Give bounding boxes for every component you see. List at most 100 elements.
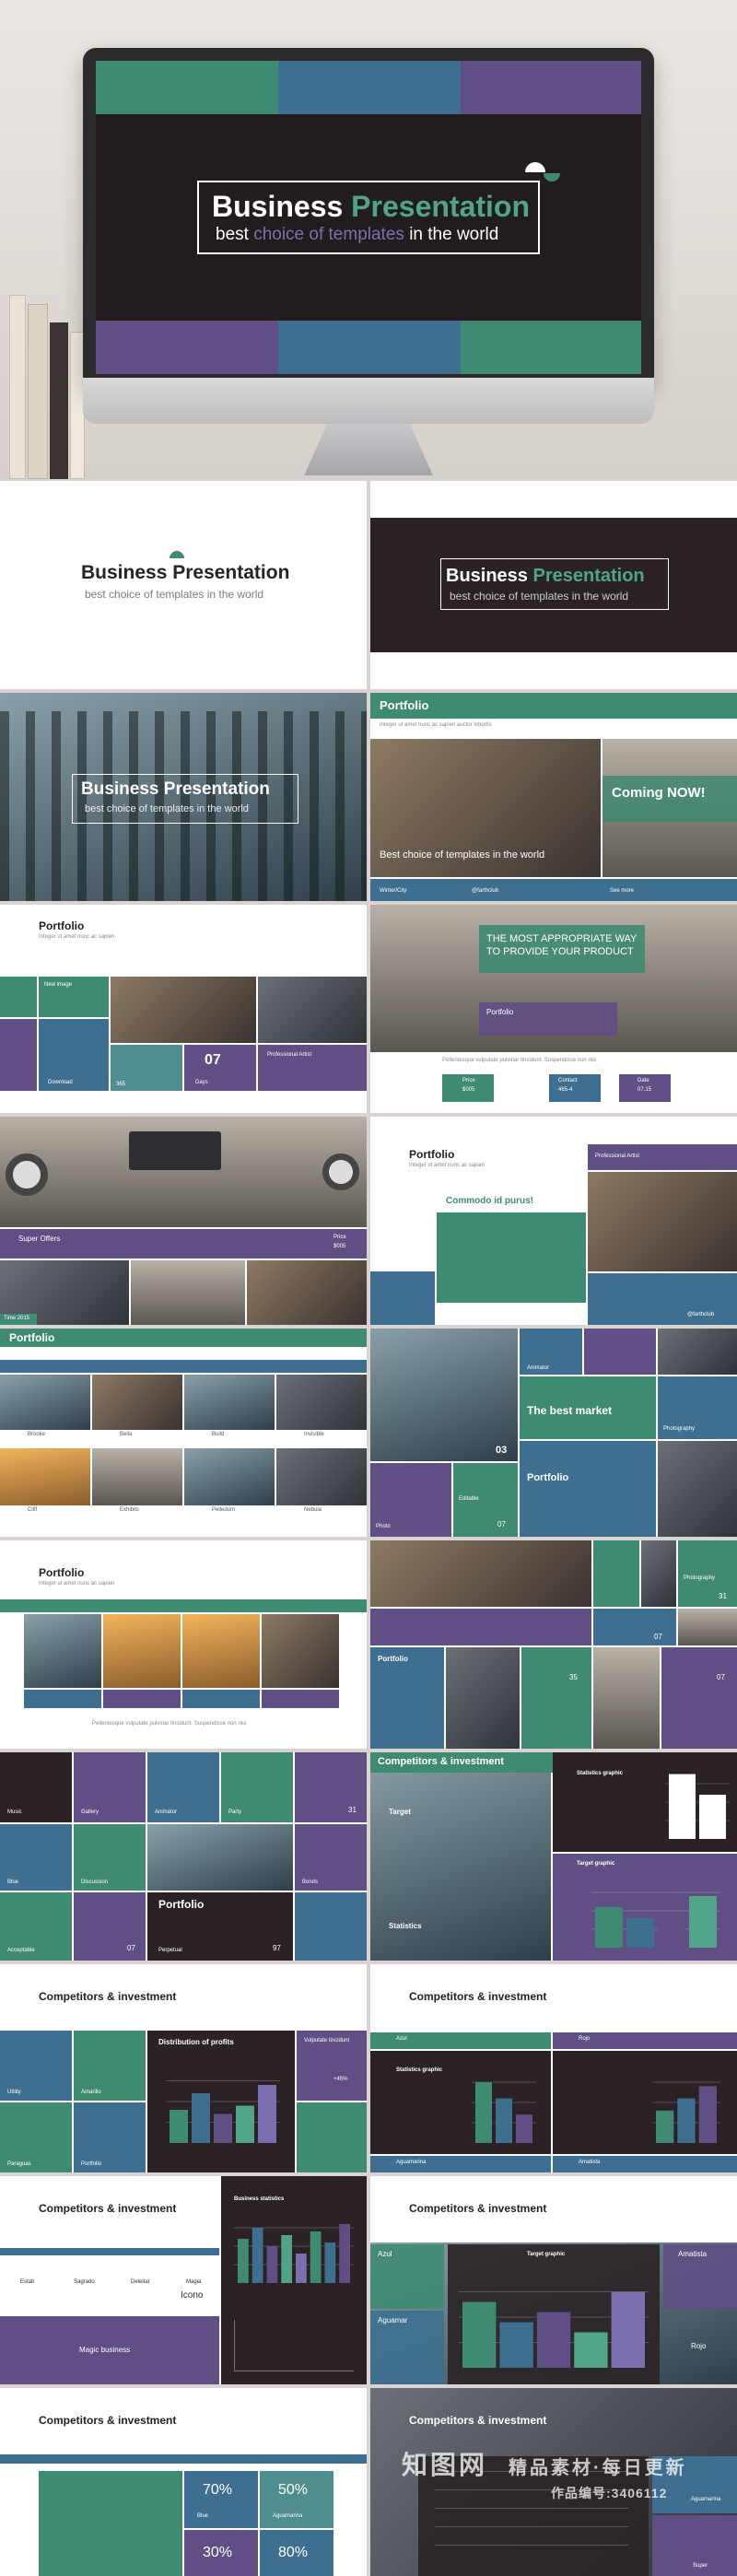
slide4-subtitle: best choice of templates in the world xyxy=(85,803,249,814)
slide14-portfolio: Portfolio xyxy=(158,1898,205,1911)
slide9-question: Commodo id purus! xyxy=(446,1196,533,1206)
slide16-label-0: Utility xyxy=(7,2090,21,2095)
chart-bar xyxy=(595,1907,623,1948)
chart-bar xyxy=(281,2235,292,2283)
slide7-price: $005 xyxy=(462,1087,475,1093)
slide4-title-2: Presentation xyxy=(163,779,270,799)
chart-bar xyxy=(689,1896,717,1948)
slide7-date: 07.15 xyxy=(638,1087,652,1093)
slide16-v1: Vulputate tincidunt xyxy=(304,2038,350,2043)
chart-5 xyxy=(652,2062,720,2143)
chart-bar xyxy=(324,2242,336,2283)
chart-bar xyxy=(626,1918,654,1948)
slide6-download[interactable]: Download xyxy=(48,1080,73,1085)
hero-title-white: Business xyxy=(212,190,344,223)
slide3-subtitle: best choice of templates in the world xyxy=(450,590,629,603)
slide13-num2: 07 xyxy=(654,1633,662,1641)
slide-title-dark: Business Presentation best choice of tem… xyxy=(370,481,737,689)
photo-caption: Brooke xyxy=(28,1432,46,1437)
chart-bar xyxy=(669,1774,696,1839)
chart-bar xyxy=(192,2093,210,2143)
slide21-label-1: Super xyxy=(693,2563,708,2569)
slide5-coming: Coming NOW! xyxy=(612,785,706,801)
slide9-handle: @farthclub xyxy=(687,1312,715,1317)
chart-1 xyxy=(665,1765,730,1839)
bar-chart-svg xyxy=(665,1774,730,1839)
bar-chart-svg xyxy=(166,2080,280,2143)
slide5-see-more[interactable]: See more xyxy=(610,888,634,894)
chart-bar xyxy=(214,2113,232,2143)
slide20-title: Competitors & investment xyxy=(39,2414,177,2427)
slide13-photography: Photography xyxy=(684,1575,716,1581)
slide15-stat: Statistics graphic xyxy=(577,1771,624,1776)
bar-chart-svg xyxy=(591,1891,720,1948)
bar-chart-svg xyxy=(652,2081,720,2143)
bar-chart-svg xyxy=(459,2291,649,2368)
slide9-artist: Professional Artist xyxy=(595,1153,640,1159)
slide14-num2: 07 xyxy=(127,1944,135,1952)
slide-competitors-7: Competitors & investment Aguamarina Supe… xyxy=(370,2388,737,2576)
slide19-rojo: Rojo xyxy=(691,2342,707,2350)
chart-bar xyxy=(574,2332,608,2368)
slide6-days-num: 07 xyxy=(205,1052,221,1068)
chart-bar xyxy=(499,2322,533,2368)
slide-title-forest: Business Presentation best choice of tem… xyxy=(0,693,367,901)
hero-screen: Business Presentation best choice of tem… xyxy=(96,61,641,374)
slide16-label-2: Paraguas xyxy=(7,2161,31,2167)
slide13-num3: 35 xyxy=(569,1673,578,1681)
slide19-target: Target graphic xyxy=(527,2252,566,2257)
hero-title-green: Presentation xyxy=(351,190,530,223)
slide18-magic: Magic business xyxy=(79,2346,131,2354)
chart-bar xyxy=(339,2224,350,2283)
slide9-title: Portfolio xyxy=(409,1148,455,1161)
slide7-date-lbl: Date xyxy=(638,1078,649,1083)
slide18-label-0: Estab xyxy=(20,2279,35,2285)
chart-bar xyxy=(462,2301,497,2368)
slide20-pct-3: 80% xyxy=(278,2545,309,2560)
slide13-portfolio: Portfolio xyxy=(378,1655,408,1663)
slide16-dist: Distribution of profits xyxy=(158,2038,234,2046)
slide17-azul: Azul xyxy=(396,2036,407,2042)
chart-bar xyxy=(266,2246,278,2283)
slide7-note: Pellentesque vulputate pulvinar tincidun… xyxy=(442,1058,597,1063)
slide17-stat: Statistics graphic xyxy=(396,2067,443,2073)
slide18-title: Competitors & investment xyxy=(39,2202,177,2215)
slide19-aguamar: Aguamar xyxy=(378,2316,408,2324)
slide6-days: Days xyxy=(195,1080,208,1085)
slide-product: THE MOST APPROPRIATE WAY TO PROVIDE YOUR… xyxy=(370,905,737,1113)
slide-portfolio-grid: Portfolio Integer ut amet nunc ac sapien… xyxy=(0,905,367,1113)
slide17-title: Competitors & investment xyxy=(409,1990,547,2003)
slide20-pct-0: 70% xyxy=(203,2482,233,2498)
hero-tagline-1: best xyxy=(216,225,249,244)
watermark-1: 知图网 xyxy=(402,2451,488,2479)
chart-bar xyxy=(516,2114,532,2143)
slide7-head: THE MOST APPROPRIATE WAY TO PROVIDE YOUR… xyxy=(486,933,638,957)
hero-tagline-2: choice of templates xyxy=(253,225,404,244)
slide11-market: The best market xyxy=(527,1404,613,1417)
slide17-aguamarine: Aguamarina xyxy=(396,2160,427,2165)
chart-bar xyxy=(236,2105,254,2143)
slide-competitors-2: Competitors & investment Utility Amarill… xyxy=(0,1964,367,2172)
slide-portfolio-artist: Portfolio Integer ut amet nunc ac sapien… xyxy=(370,1117,737,1325)
slide18-stat: Business statistics xyxy=(234,2196,285,2202)
slide-portfolio-photos: Portfolio Brooke Bella Build Invisible Cliff… xyxy=(0,1329,367,1537)
slide18-label-2: Deleitar xyxy=(131,2279,150,2285)
slide14-discuss: Discussion xyxy=(81,1879,109,1885)
photo-caption: Nebula xyxy=(304,1507,322,1513)
slide11-num1: 03 xyxy=(496,1445,508,1456)
chart-bar xyxy=(699,1795,726,1839)
slide7-contact: 465-4 xyxy=(558,1087,573,1093)
slide19-azul: Azul xyxy=(378,2250,392,2258)
slide11-portfolio: Portfolio xyxy=(527,1472,569,1483)
slide5-subtitle: Integer ut amet nunc ac sapien auctor lo… xyxy=(380,722,492,728)
chart-6b-lines xyxy=(234,2320,354,2371)
photo-caption: Invisible xyxy=(304,1432,324,1437)
slide-competitors-4: Competitors & investment Estab Sagrado D… xyxy=(0,2176,367,2384)
slide16-label-3: Portfolio xyxy=(81,2161,102,2167)
slide14-num1: 31 xyxy=(348,1806,357,1814)
slide17-amatista: Amatista xyxy=(579,2160,601,2165)
slide-portfolio-landscape: Portfolio Integer ut amet nunc ac sapien… xyxy=(0,1540,367,1749)
slide18-icono: Icono xyxy=(181,2290,204,2301)
slide-competitors-1: Competitors & investment Target Statisti… xyxy=(370,1752,737,1961)
slide18-label-3: Magia xyxy=(186,2279,202,2285)
